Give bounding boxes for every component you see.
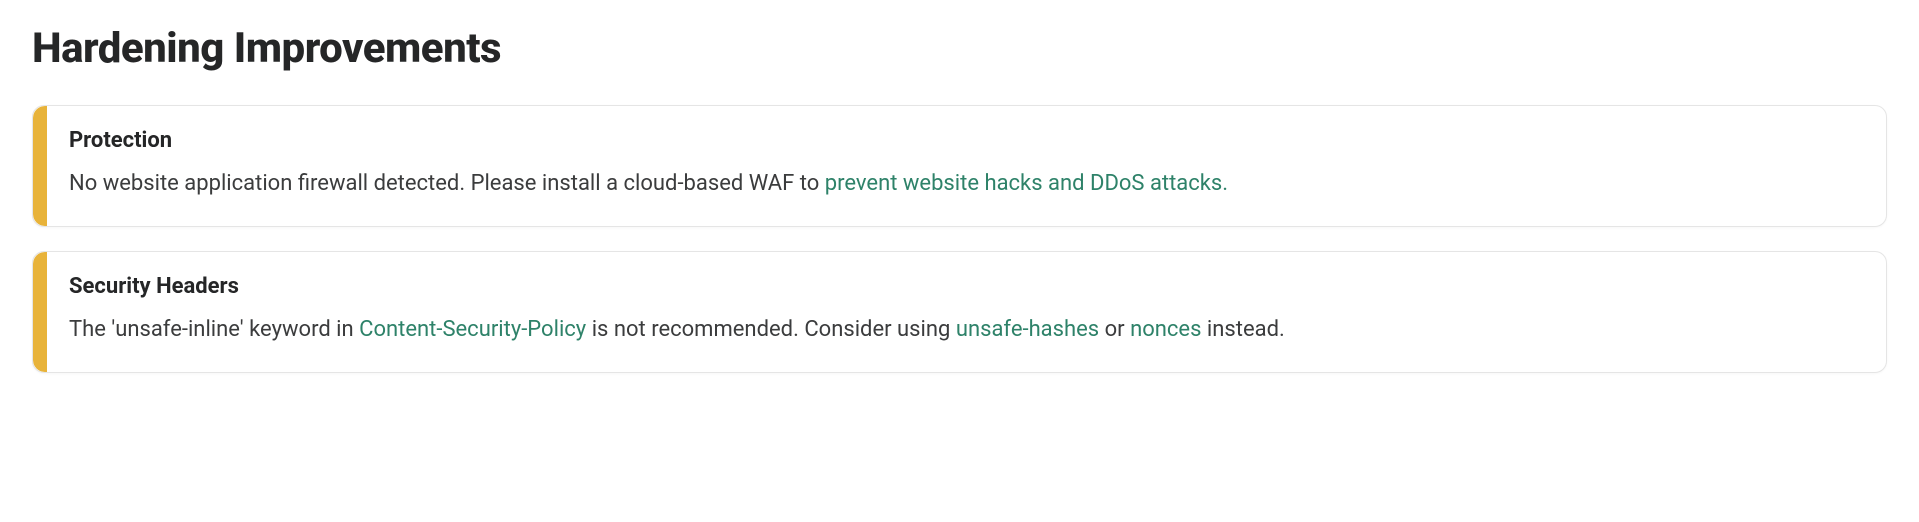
alert-text: No website application firewall detected… bbox=[69, 171, 825, 196]
alert-card-protection: Protection No website application firewa… bbox=[32, 105, 1887, 227]
alert-accent-bar bbox=[33, 106, 47, 226]
alert-accent-bar bbox=[33, 252, 47, 372]
link-prevent-hacks[interactable]: prevent website hacks and DDoS attacks. bbox=[825, 171, 1228, 196]
link-csp[interactable]: Content-Security-Policy bbox=[359, 317, 586, 342]
alert-text: instead. bbox=[1201, 317, 1284, 342]
page-title: Hardening Improvements bbox=[32, 24, 1887, 73]
alert-body: The 'unsafe-inline' keyword in Content-S… bbox=[69, 313, 1858, 346]
alert-text: or bbox=[1099, 317, 1130, 342]
link-unsafe-hashes[interactable]: unsafe-hashes bbox=[956, 317, 1099, 342]
alert-card-security-headers: Security Headers The 'unsafe-inline' key… bbox=[32, 251, 1887, 373]
link-nonces[interactable]: nonces bbox=[1130, 317, 1201, 342]
alert-text: The 'unsafe-inline' keyword in bbox=[69, 317, 359, 342]
alert-heading: Security Headers bbox=[69, 274, 1858, 299]
alert-heading: Protection bbox=[69, 128, 1858, 153]
alert-body: No website application firewall detected… bbox=[69, 167, 1858, 200]
alert-text: is not recommended. Consider using bbox=[586, 317, 956, 342]
